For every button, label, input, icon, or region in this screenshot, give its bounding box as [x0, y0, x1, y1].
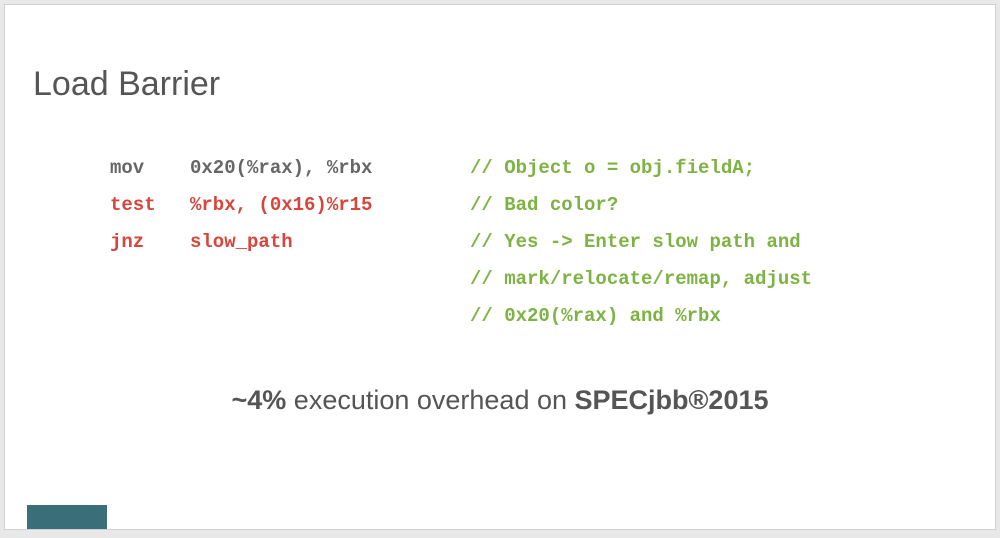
operands: [190, 298, 470, 335]
slide: Load Barrier mov 0x20(%rax), %rbx // Obj…: [4, 4, 996, 530]
comment: // mark/relocate/remap, adjust: [470, 261, 945, 298]
comment: // 0x20(%rax) and %rbx: [470, 298, 945, 335]
comment: // Yes -> Enter slow path and: [470, 224, 945, 261]
footer-text: ~4% execution overhead on SPECjbb®2015: [5, 385, 995, 416]
operands: slow_path: [190, 224, 470, 261]
operands: 0x20(%rax), %rbx: [190, 150, 470, 187]
operands: [190, 261, 470, 298]
mnemonic: jnz: [110, 224, 190, 261]
code-row: mov 0x20(%rax), %rbx // Object o = obj.f…: [110, 150, 945, 187]
code-row: // mark/relocate/remap, adjust: [110, 261, 945, 298]
corner-badge: [27, 505, 107, 529]
footer-bold-1: ~4%: [232, 385, 287, 415]
code-row: jnz slow_path // Yes -> Enter slow path …: [110, 224, 945, 261]
mnemonic: [110, 298, 190, 335]
code-block: mov 0x20(%rax), %rbx // Object o = obj.f…: [110, 150, 945, 335]
operands: %rbx, (0x16)%r15: [190, 187, 470, 224]
comment: // Bad color?: [470, 187, 945, 224]
comment: // Object o = obj.fieldA;: [470, 150, 945, 187]
code-row: // 0x20(%rax) and %rbx: [110, 298, 945, 335]
slide-title: Load Barrier: [33, 65, 220, 104]
footer-plain: execution overhead on: [286, 385, 574, 415]
mnemonic: mov: [110, 150, 190, 187]
mnemonic: [110, 261, 190, 298]
code-row: test %rbx, (0x16)%r15 // Bad color?: [110, 187, 945, 224]
footer-bold-2: SPECjbb®2015: [575, 385, 769, 415]
mnemonic: test: [110, 187, 190, 224]
